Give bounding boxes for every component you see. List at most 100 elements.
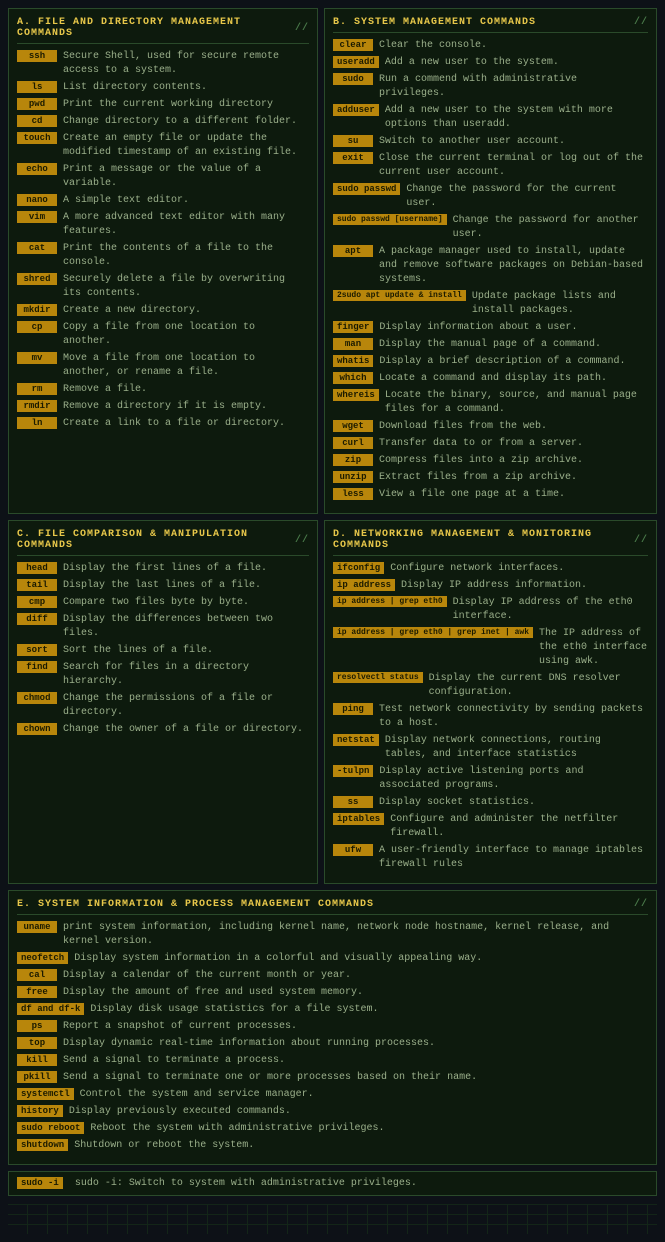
- command-badge: cd: [17, 115, 57, 127]
- command-description: Transfer data to or from a server.: [379, 437, 583, 451]
- command-description: Change directory to a different folder.: [63, 115, 297, 129]
- panel-d-commands: ifconfigConfigure network interfaces.ip …: [333, 562, 648, 872]
- list-item: ping Test network connectivity by sending…: [333, 703, 648, 731]
- command-description: Display dynamic real-time information ab…: [63, 1037, 435, 1051]
- command-description: Display a brief description of a command…: [379, 355, 625, 369]
- command-description: Display system information in a colorful…: [74, 952, 482, 966]
- command-badge: adduser: [333, 104, 379, 116]
- panel-c-header: C. FILE COMPARISON & MANIPULATION COMMAN…: [17, 529, 309, 556]
- panel-e-commands: unameprint system information, including…: [17, 921, 648, 1153]
- list-item: pwdPrint the current working directory: [17, 98, 309, 112]
- command-badge: sudo passwd [username]: [333, 214, 447, 225]
- command-badge: rmdir: [17, 400, 57, 412]
- command-description: Display disk usage statistics for a file…: [90, 1003, 378, 1017]
- command-description: Search for files in a directory hierarch…: [63, 661, 309, 689]
- command-badge: which: [333, 372, 373, 384]
- command-description: Display socket statistics.: [379, 796, 535, 810]
- list-item: killSend a signal to terminate a process…: [17, 1054, 648, 1068]
- command-badge: df and df-k: [17, 1003, 84, 1015]
- command-badge: nano: [17, 194, 57, 206]
- list-item: pkillSend a signal to terminate one or m…: [17, 1071, 648, 1085]
- command-description: A package manager used to install, updat…: [379, 245, 648, 287]
- command-description: Configure and administer the netfilter f…: [390, 813, 648, 841]
- list-item: sudoRun a commend with administrative pr…: [333, 73, 648, 101]
- list-item: whereisLocate the binary, source, and ma…: [333, 389, 648, 417]
- command-description: Display previously executed commands.: [69, 1105, 291, 1119]
- command-badge: mv: [17, 352, 57, 364]
- list-item: chmodChange the permissions of a file or…: [17, 692, 309, 720]
- list-item: vimA more advanced text editor with many…: [17, 211, 309, 239]
- command-badge: chmod: [17, 692, 57, 704]
- panel-c: C. FILE COMPARISON & MANIPULATION COMMAN…: [8, 520, 318, 884]
- command-badge: vim: [17, 211, 57, 223]
- command-description: Run a commend with administrative privil…: [379, 73, 648, 101]
- list-item: rmdirRemove a directory if it is empty.: [17, 400, 309, 414]
- list-item: zipCompress files into a zip archive.: [333, 454, 648, 468]
- panel-a-header: A. FILE AND DIRECTORY MANAGEMENT COMMAND…: [17, 17, 309, 44]
- list-item: findSearch for files in a directory hier…: [17, 661, 309, 689]
- command-description: Display the amount of free and used syst…: [63, 986, 363, 1000]
- top-row: A. FILE AND DIRECTORY MANAGEMENT COMMAND…: [8, 8, 657, 514]
- list-item: wgetDownload files from the web.: [333, 420, 648, 434]
- command-badge: resolvectl status: [333, 672, 423, 683]
- panel-a: A. FILE AND DIRECTORY MANAGEMENT COMMAND…: [8, 8, 318, 514]
- list-item: curlTransfer data to or from a server.: [333, 437, 648, 451]
- command-description: A simple text editor.: [63, 194, 189, 208]
- command-badge: sudo reboot: [17, 1122, 84, 1134]
- command-description: Display information about a user.: [379, 321, 577, 335]
- command-description: Securely delete a file by overwriting it…: [63, 273, 309, 301]
- command-description: Reboot the system with administrative pr…: [90, 1122, 384, 1136]
- panel-d-title: D. NETWORKING MANAGEMENT & MONITORING CO…: [333, 529, 630, 551]
- command-badge: top: [17, 1037, 57, 1049]
- command-badge: ls: [17, 81, 57, 93]
- list-item: ls List directory contents.: [17, 81, 309, 95]
- list-item: calDisplay a calendar of the current mon…: [17, 969, 648, 983]
- panel-b-header: B. SYSTEM MANAGEMENT COMMANDS: [333, 17, 648, 33]
- command-badge: ssh: [17, 50, 57, 62]
- list-item: exitClose the current terminal or log ou…: [333, 152, 648, 180]
- list-item: lnCreate a link to a file or directory.: [17, 417, 309, 431]
- command-description: A user-friendly interface to manage ipta…: [379, 844, 648, 872]
- command-description: print system information, including kern…: [63, 921, 648, 949]
- command-badge: 2sudo apt update & install: [333, 290, 466, 301]
- command-badge: ip address | grep eth0: [333, 596, 447, 607]
- panel-a-commands: sshSecure Shell, used for secure remote …: [17, 50, 309, 431]
- command-badge: diff: [17, 613, 57, 625]
- command-badge: ping: [333, 703, 373, 715]
- list-item: 2sudo apt update & installUpdate package…: [333, 290, 648, 318]
- main-container: A. FILE AND DIRECTORY MANAGEMENT COMMAND…: [0, 0, 665, 1204]
- command-badge: ps: [17, 1020, 57, 1032]
- list-item: top Display dynamic real-time information…: [17, 1037, 648, 1051]
- list-item: ssDisplay socket statistics.: [333, 796, 648, 810]
- command-badge: ip address: [333, 579, 395, 591]
- command-description: Send a signal to terminate one or more p…: [63, 1071, 477, 1085]
- command-description: Remove a file.: [63, 383, 147, 397]
- list-item: whatisDisplay a brief description of a c…: [333, 355, 648, 369]
- list-item: aptA package manager used to install, up…: [333, 245, 648, 287]
- list-item: adduserAdd a new user to the system with…: [333, 104, 648, 132]
- command-badge: ifconfig: [333, 562, 384, 574]
- command-description: Change the password for the current user…: [406, 183, 648, 211]
- command-badge: mkdir: [17, 304, 57, 316]
- list-item: sudo passwdChange the password for the c…: [333, 183, 648, 211]
- command-description: Copy a file from one location to another…: [63, 321, 309, 349]
- command-description: Change the owner of a file or directory.: [63, 723, 303, 737]
- command-description: Create an empty file or update the modif…: [63, 132, 309, 160]
- middle-row: C. FILE COMPARISON & MANIPULATION COMMAN…: [8, 520, 657, 884]
- command-description: Report a snapshot of current processes.: [63, 1020, 297, 1034]
- list-item: ip addressDisplay IP address information…: [333, 579, 648, 593]
- list-item: netstatDisplay network connections, rout…: [333, 734, 648, 762]
- command-description: Test network connectivity by sending pac…: [379, 703, 648, 731]
- command-description: Compress files into a zip archive.: [379, 454, 583, 468]
- grid-overlay: [8, 1204, 657, 1234]
- panel-c-commands: headDisplay the first lines of a file.ta…: [17, 562, 309, 737]
- command-badge: systemctl: [17, 1088, 74, 1100]
- list-item: ufwA user-friendly interface to manage i…: [333, 844, 648, 872]
- command-badge: cal: [17, 969, 57, 981]
- command-description: Change the password for another user.: [453, 214, 648, 242]
- list-item: fingerDisplay information about a user.: [333, 321, 648, 335]
- command-description: Display IP address of the eth0 interface…: [453, 596, 648, 624]
- command-description: List directory contents.: [63, 81, 207, 95]
- list-item: lessView a file one page at a time.: [333, 488, 648, 502]
- command-description: Display the differences between two file…: [63, 613, 309, 641]
